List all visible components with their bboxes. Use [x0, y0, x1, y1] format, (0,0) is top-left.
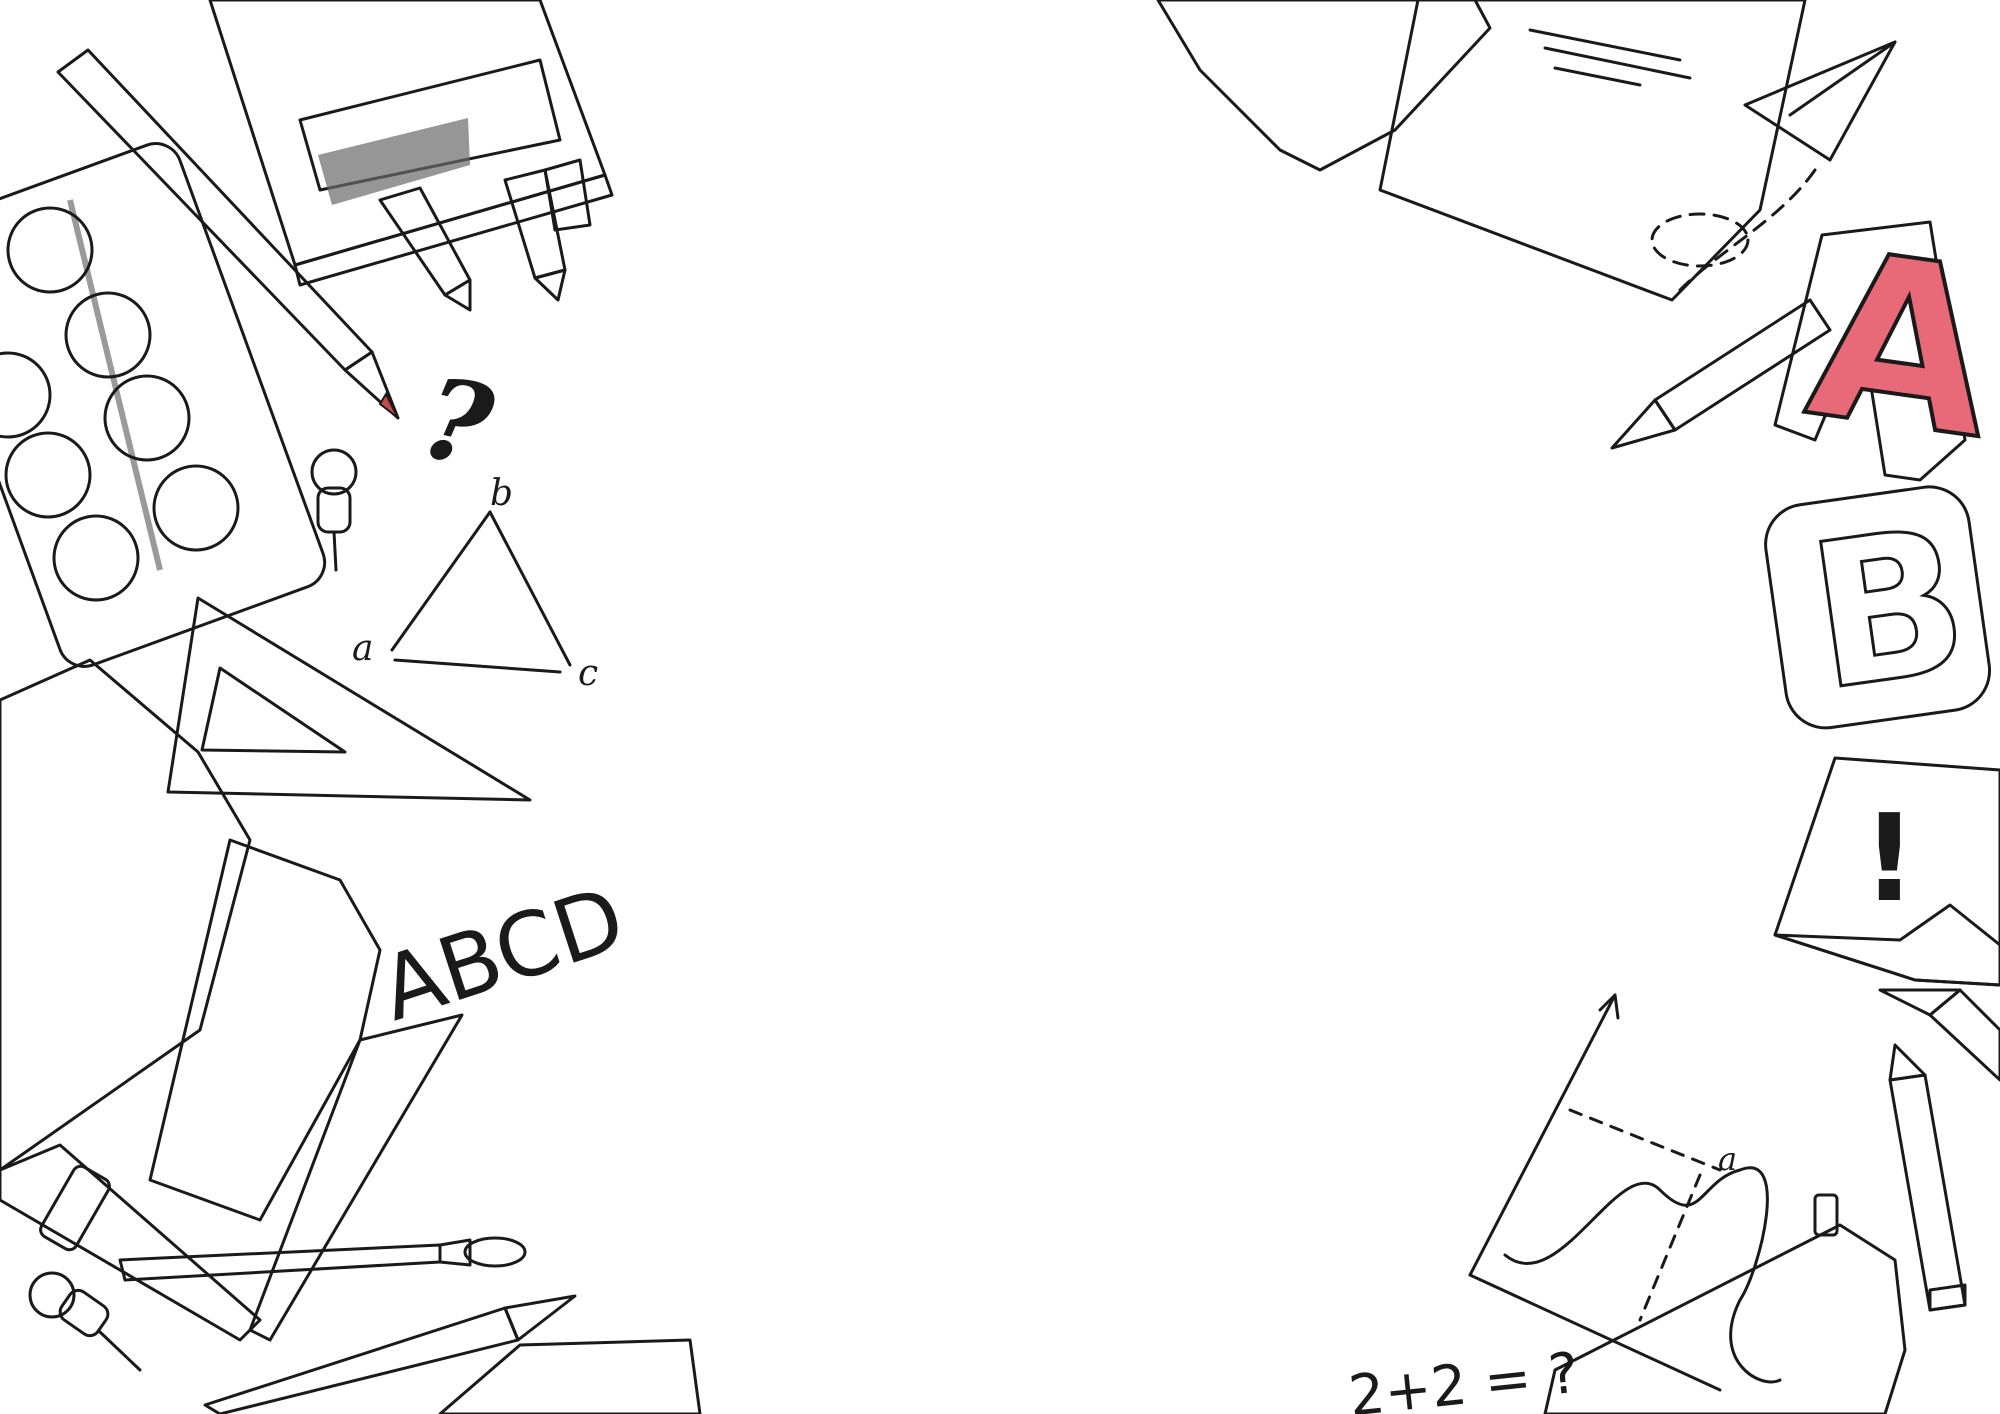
- notebook-green: [1378, 0, 1807, 302]
- vertex-label-a: a: [352, 628, 373, 669]
- pencil-yellow: [203, 1294, 577, 1414]
- letter-b-glyph: B: [1797, 484, 1980, 736]
- graph-point-label: a: [1718, 1140, 1737, 1178]
- school-supplies-illustration: ? b a c ABCD A B ! a 2+2 = ?: [0, 0, 2000, 1414]
- vertex-label-b: b: [490, 473, 513, 514]
- pencil-pouch: [1543, 1193, 1907, 1414]
- equation-text: 2+2 = ?: [1346, 1341, 1582, 1414]
- crayon-green: [543, 158, 592, 232]
- function-graph: [1468, 993, 1782, 1392]
- pencil-yellow-tip: [1878, 988, 2000, 1082]
- sticky-note-pink-top: [1156, 0, 1492, 172]
- pencil-pink-tip: [1888, 1043, 1967, 1312]
- exclamation-mark: !: [1862, 790, 1917, 929]
- push-pin-yellow: [310, 448, 358, 572]
- geometry-triangle: [390, 510, 572, 674]
- paint-brush: [118, 1236, 527, 1282]
- letter-a-glyph: A: [1795, 202, 2000, 491]
- pencil-gray: [1610, 298, 1832, 450]
- book-letters: ABCD: [369, 866, 637, 1041]
- illustration-canvas: ? b a c ABCD A B ! a 2+2 = ?: [0, 0, 2000, 1414]
- vertex-label-c: c: [578, 653, 598, 694]
- push-pin-pink: [28, 1271, 142, 1372]
- paint-palette: [0, 142, 327, 668]
- triangle-ruler: [166, 596, 532, 802]
